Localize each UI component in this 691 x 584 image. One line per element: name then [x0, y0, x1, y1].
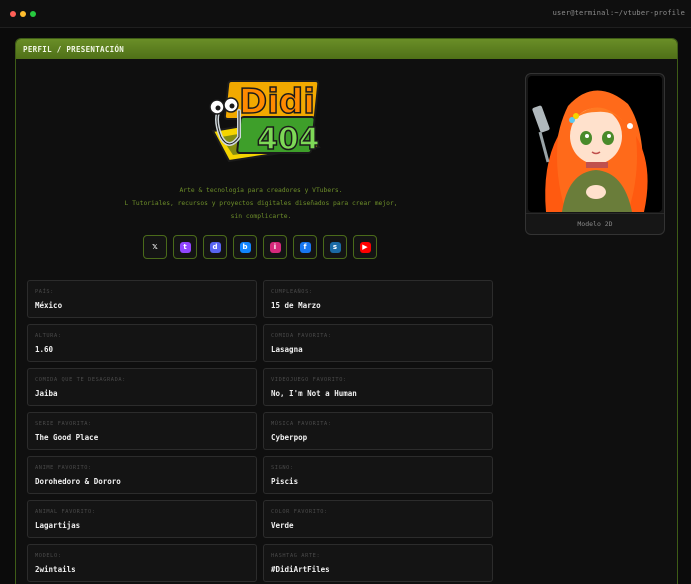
info-value: No, I'm Not a Human [271, 389, 357, 398]
social-button-facebook[interactable]: f [293, 235, 317, 259]
info-label: COLOR FAVORITO: [271, 509, 328, 515]
info-card: SIGNO: Piscis [263, 456, 493, 494]
didi-logo: Didi 404 [199, 77, 329, 163]
discord-icon: d [209, 241, 221, 253]
info-label: HASHTAG ARTE: [271, 553, 321, 559]
info-value: 15 de Marzo [271, 301, 321, 310]
logo-text-bottom: 404 [257, 122, 320, 157]
twitch-icon: t [179, 241, 191, 253]
avatar-caption: Modelo 2D [526, 213, 664, 234]
close-window-dot[interactable] [10, 11, 16, 17]
info-card: ALTURA: 1.60 [27, 324, 257, 362]
panel-header: PERFIL / PRESENTACIÓN [16, 39, 677, 59]
info-label: SERIE FAVORITA: [35, 421, 92, 427]
info-label: ALTURA: [35, 333, 62, 339]
info-card: ANIMAL FAVORITO: Lagartijas [27, 500, 257, 538]
info-card: SERIE FAVORITA: The Good Place [27, 412, 257, 450]
social-button-bluesky[interactable]: b [233, 235, 257, 259]
youtube-icon: ▶ [359, 241, 371, 253]
info-card: PAÍS: México [27, 280, 257, 318]
tagline-line-2: L Tutoriales, recursos y proyectos digit… [124, 200, 398, 207]
panel-title: PERFIL / PRESENTACIÓN [23, 44, 125, 54]
info-value: Lagartijas [35, 521, 81, 530]
info-label: PAÍS: [35, 289, 54, 295]
info-value: México [35, 301, 63, 310]
info-card: VIDEOJUEGO FAVORITO: No, I'm Not a Human [263, 368, 493, 406]
social-button-discord[interactable]: d [203, 235, 227, 259]
maximize-window-dot[interactable] [30, 11, 36, 17]
social-button-youtube[interactable]: ▶ [353, 235, 377, 259]
bluesky-icon: b [239, 241, 251, 253]
info-label: ANIME FAVORITO: [35, 465, 92, 471]
logo-text-top: Didi [239, 82, 315, 122]
info-label: COMIDA FAVORITA: [271, 333, 332, 339]
avatar-image [528, 76, 662, 212]
info-label: SIGNO: [271, 465, 294, 471]
facebook-icon: f [299, 241, 311, 253]
social-button-twitch[interactable]: t [173, 235, 197, 259]
info-label: ANIMAL FAVORITO: [35, 509, 96, 515]
social-button-instagram[interactable]: i [263, 235, 287, 259]
avatar-card: Modelo 2D [525, 73, 665, 235]
info-card: HASHTAG ARTE: #DidiArtFiles [263, 544, 493, 582]
info-card: COMIDA QUE TE DESAGRADA: Jaiba [27, 368, 257, 406]
tagline-line-1: Arte & tecnología para creadores y VTube… [179, 187, 343, 194]
info-value: Jaiba [35, 389, 58, 398]
info-value: Dorohedoro & Dororo [35, 477, 121, 486]
info-label: VIDEOJUEGO FAVORITO: [271, 377, 347, 383]
info-value: Cyberpop [271, 433, 308, 442]
info-value: The Good Place [35, 433, 99, 442]
info-value: 1.60 [35, 345, 54, 354]
info-label: MODELO: [35, 553, 62, 559]
info-card: COLOR FAVORITO: Verde [263, 500, 493, 538]
steam-icon: s [329, 241, 341, 253]
info-label: COMIDA QUE TE DESAGRADA: [35, 377, 126, 383]
info-card: MODELO: 2wintails [27, 544, 257, 582]
info-value: Piscis [271, 477, 299, 486]
minimize-window-dot[interactable] [20, 11, 26, 17]
info-card: COMIDA FAVORITA: Lasagna [263, 324, 493, 362]
profile-panel: PERFIL / PRESENTACIÓN Didi 404 Arte & te… [15, 38, 678, 584]
window-title: user@terminal:~/vtuber-profile [552, 9, 685, 17]
info-value: Lasagna [271, 345, 303, 354]
info-value: 2wintails [35, 565, 76, 574]
info-label: CUMPLEAÑOS: [271, 289, 313, 295]
info-card: ANIME FAVORITO: Dorohedoro & Dororo [27, 456, 257, 494]
social-button-steam[interactable]: s [323, 235, 347, 259]
info-card: MÚSICA FAVORITA: Cyberpop [263, 412, 493, 450]
social-button-x[interactable]: 𝕏 [143, 235, 167, 259]
social-links: 𝕏t d b i f s ▶ [143, 235, 377, 259]
x-icon: 𝕏 [149, 241, 161, 253]
window-titlebar: user@terminal:~/vtuber-profile [0, 0, 691, 28]
tagline-line-3: sin complicarte. [230, 213, 292, 220]
instagram-icon: i [269, 241, 281, 253]
info-value: #DidiArtFiles [271, 565, 330, 574]
info-value: Verde [271, 521, 294, 530]
info-card: CUMPLEAÑOS: 15 de Marzo [263, 280, 493, 318]
info-label: MÚSICA FAVORITA: [271, 421, 332, 427]
